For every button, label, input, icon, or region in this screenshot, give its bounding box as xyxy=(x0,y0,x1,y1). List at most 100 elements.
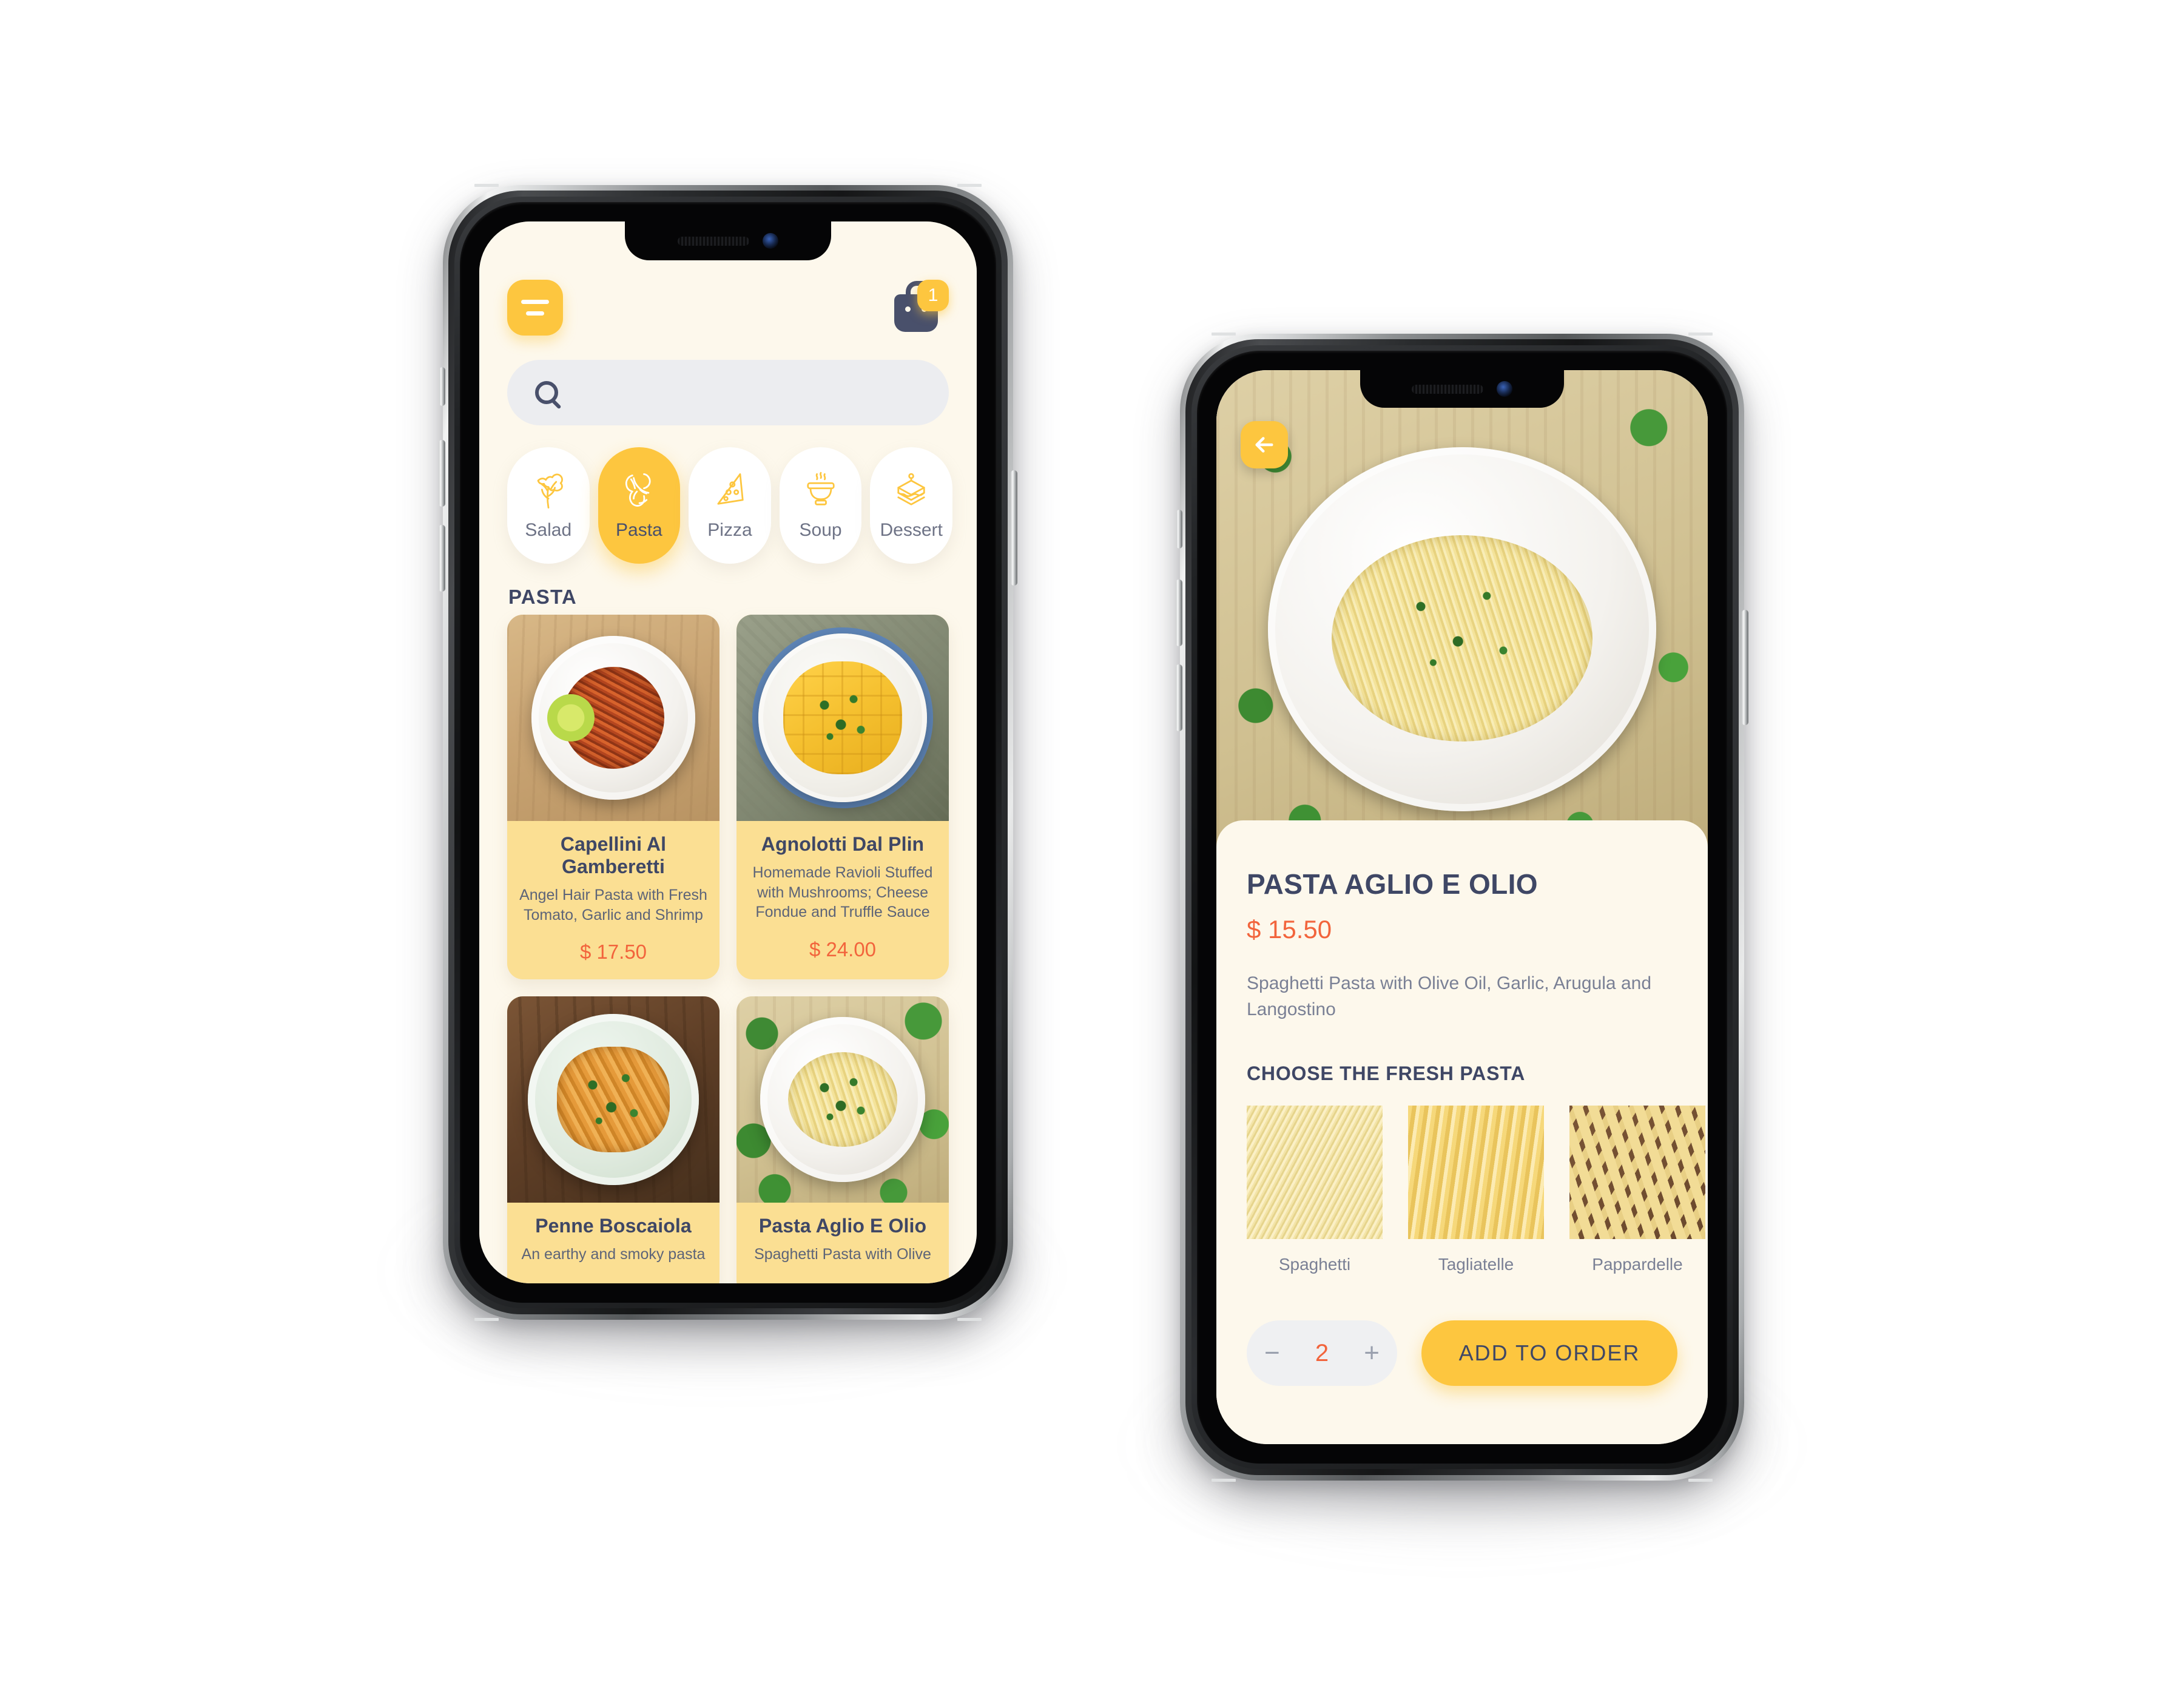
left-phone-device: 1 Salad Pasta Pizza Soup Dessert PASTA C… xyxy=(439,184,1017,1321)
category-tabs: Salad Pasta Pizza Soup Dessert xyxy=(507,447,952,564)
antenna-seam xyxy=(1688,333,1713,336)
soup-bowl-icon xyxy=(806,471,835,505)
arrow-left-icon xyxy=(1255,437,1273,453)
hamburger-icon[interactable] xyxy=(507,280,563,336)
cake-slice-icon xyxy=(897,473,925,505)
category-label: Salad xyxy=(525,520,572,540)
back-button[interactable] xyxy=(1241,421,1288,468)
front-camera xyxy=(763,233,778,249)
dish-info: Capellini Al Gamberetti Angel Hair Pasta… xyxy=(507,821,720,979)
mute-switch xyxy=(439,367,445,406)
cart-badge: 1 xyxy=(917,280,949,311)
left-phone-screen: 1 Salad Pasta Pizza Soup Dessert PASTA C… xyxy=(479,221,977,1283)
right-phone-device: PASTA AGLIO E OLIO $ 15.50 Spaghetti Pas… xyxy=(1176,333,1748,1482)
lettuce-icon xyxy=(537,473,563,509)
category-tab-salad[interactable]: Salad xyxy=(507,447,590,564)
dish-name: Agnolotti Dal Plin xyxy=(761,833,925,855)
pasta-options: Spaghetti Tagliatelle Pappardelle xyxy=(1247,1106,1705,1274)
pizza-slice-icon xyxy=(717,473,744,505)
volume-down-button xyxy=(439,525,445,592)
increment-button[interactable]: + xyxy=(1364,1340,1380,1366)
antenna-seam xyxy=(1688,1479,1713,1482)
dish-card[interactable]: Pasta Aglio E Olio Spaghetti Pasta with … xyxy=(736,996,949,1283)
hamburger-line-2 xyxy=(526,311,544,316)
dish-photo-agnolotti xyxy=(736,615,949,821)
detail-sheet: PASTA AGLIO E OLIO $ 15.50 Spaghetti Pas… xyxy=(1216,820,1708,1444)
detail-app-root: PASTA AGLIO E OLIO $ 15.50 Spaghetti Pas… xyxy=(1216,370,1708,1444)
volume-up-button xyxy=(1176,579,1182,646)
add-to-order-button[interactable]: ADD TO ORDER xyxy=(1421,1320,1677,1386)
category-label: Dessert xyxy=(880,520,943,540)
page-title: PASTA AGLIO E OLIO xyxy=(1247,868,1538,900)
pasta-option-spaghetti[interactable]: Spaghetti xyxy=(1247,1106,1383,1274)
dish-description: An earthy and smoky pasta xyxy=(521,1246,706,1263)
pasta-option-label: Pappardelle xyxy=(1592,1255,1683,1274)
dish-grid: Capellini Al Gamberetti Angel Hair Pasta… xyxy=(507,615,949,1283)
cart-button[interactable]: 1 xyxy=(891,280,949,336)
bag-dot-left xyxy=(905,306,911,312)
dish-description: Angel Hair Pasta with Fresh Tomato, Garl… xyxy=(519,887,707,924)
category-label: Soup xyxy=(799,520,842,540)
detail-description: Spaghetti Pasta with Olive Oil, Garlic, … xyxy=(1247,973,1652,1019)
antenna-seam xyxy=(1212,333,1236,336)
dish-card[interactable]: Agnolotti Dal Plin Homemade Ravioli Stuf… xyxy=(736,615,949,979)
menu-top-bar: 1 xyxy=(507,280,949,336)
section-title: PASTA xyxy=(508,586,577,608)
decrement-button[interactable]: − xyxy=(1264,1340,1280,1366)
search-input[interactable] xyxy=(507,360,949,425)
antenna-seam xyxy=(474,184,499,187)
dish-name: Pasta Aglio E Olio xyxy=(758,1215,927,1237)
dish-photo-aglio xyxy=(736,996,949,1203)
options-title: CHOOSE THE FRESH PASTA xyxy=(1247,1062,1526,1085)
dish-name: Capellini Al Gamberetti xyxy=(560,833,667,877)
screenshot-canvas: 1 Salad Pasta Pizza Soup Dessert PASTA C… xyxy=(0,0,2184,1699)
mute-switch xyxy=(1176,510,1182,549)
dish-card[interactable]: Capellini Al Gamberetti Angel Hair Pasta… xyxy=(507,615,720,979)
dish-info: Penne Boscaiola An earthy and smoky past… xyxy=(507,1203,720,1283)
category-tab-soup[interactable]: Soup xyxy=(779,447,862,564)
search-icon xyxy=(535,381,558,404)
pasta-thumb-tagliatelle xyxy=(1408,1106,1544,1240)
power-button xyxy=(1742,610,1748,725)
dish-price: $ 17.50 xyxy=(579,941,647,963)
volume-up-button xyxy=(439,440,445,507)
detail-price: $ 15.50 xyxy=(1247,915,1332,944)
dish-description: Spaghetti Pasta with Olive xyxy=(754,1246,931,1263)
pasta-thumb-pappardelle xyxy=(1569,1106,1705,1240)
category-tab-pizza[interactable]: Pizza xyxy=(689,447,771,564)
dish-info: Agnolotti Dal Plin Homemade Ravioli Stuf… xyxy=(736,821,949,977)
screen-notch xyxy=(1360,370,1564,408)
antenna-seam xyxy=(957,1318,982,1321)
screen-notch xyxy=(625,221,831,260)
detail-bottom-bar: − 2 + ADD TO ORDER xyxy=(1247,1320,1677,1386)
quantity-stepper[interactable]: − 2 + xyxy=(1247,1320,1397,1386)
dish-description: Homemade Ravioli Stuffed with Mushrooms;… xyxy=(752,864,933,920)
category-label: Pasta xyxy=(616,520,662,540)
right-phone-screen: PASTA AGLIO E OLIO $ 15.50 Spaghetti Pas… xyxy=(1216,370,1708,1444)
front-camera xyxy=(1497,381,1512,397)
earpiece-speaker xyxy=(1412,384,1483,394)
category-label: Pizza xyxy=(707,520,752,540)
pasta-option-label: Spaghetti xyxy=(1278,1255,1351,1274)
hero-image xyxy=(1216,370,1708,850)
antenna-seam xyxy=(1212,1479,1236,1482)
quantity-value: 2 xyxy=(1315,1339,1329,1366)
pasta-option-tagliatelle[interactable]: Tagliatelle xyxy=(1408,1106,1544,1274)
dish-name: Penne Boscaiola xyxy=(535,1215,692,1237)
dish-info: Pasta Aglio E Olio Spaghetti Pasta with … xyxy=(736,1203,949,1283)
power-button xyxy=(1011,470,1017,586)
dish-card[interactable]: Penne Boscaiola An earthy and smoky past… xyxy=(507,996,720,1283)
category-tab-pasta[interactable]: Pasta xyxy=(598,447,681,564)
farfalle-icon xyxy=(625,473,651,507)
pasta-option-pappardelle[interactable]: Pappardelle xyxy=(1569,1106,1705,1274)
pasta-option-label: Tagliatelle xyxy=(1438,1255,1514,1274)
hamburger-line-1 xyxy=(521,300,549,304)
dish-photo-capellini xyxy=(507,615,720,821)
antenna-seam xyxy=(474,1318,499,1321)
volume-down-button xyxy=(1176,664,1182,731)
dish-photo-penne xyxy=(507,996,720,1203)
pasta-thumb-spaghetti xyxy=(1247,1106,1383,1240)
category-tab-dessert[interactable]: Dessert xyxy=(870,447,952,564)
antenna-seam xyxy=(957,184,982,187)
menu-app-root: 1 Salad Pasta Pizza Soup Dessert PASTA C… xyxy=(479,221,977,1283)
